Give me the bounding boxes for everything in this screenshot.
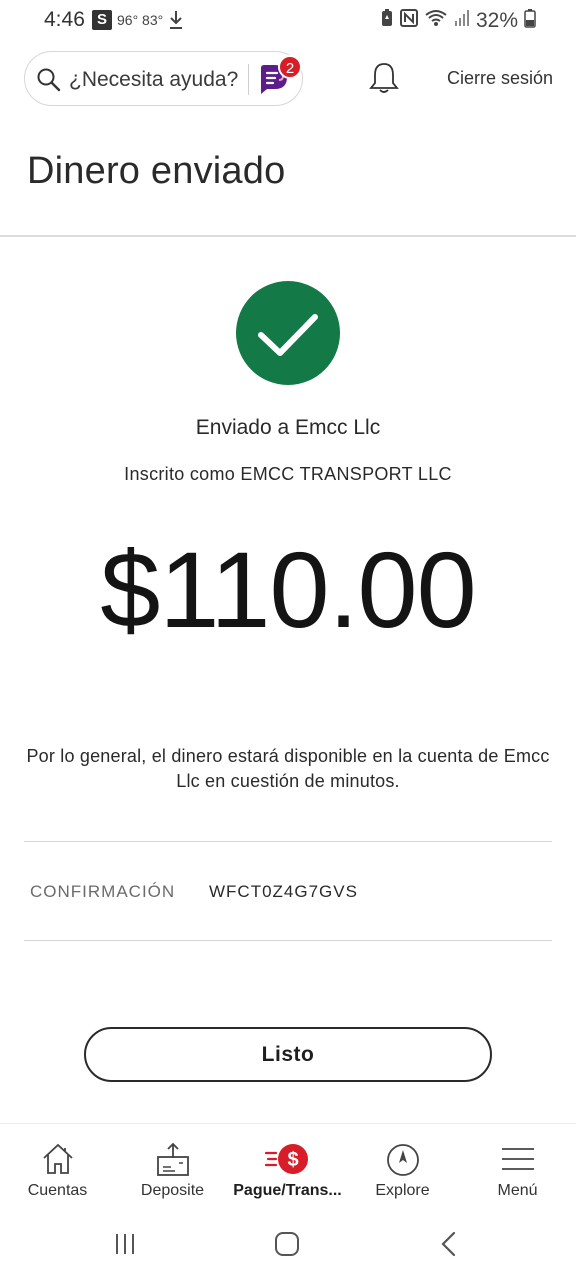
nav-item-explore[interactable]: Explore (345, 1124, 460, 1210)
wifi-icon (424, 9, 448, 32)
bottom-nav: Cuentas Deposite $ Pague/Trans... Explor… (0, 1123, 576, 1209)
home-button-icon[interactable] (274, 1231, 300, 1262)
bell-icon[interactable] (369, 61, 399, 100)
nav-label-accounts: Cuentas (27, 1182, 88, 1199)
enrolled-as-text: Inscrito como EMCC TRANSPORT LLC (124, 464, 452, 484)
download-icon (168, 9, 184, 36)
divider-bottom (24, 940, 552, 941)
header-divider (0, 235, 576, 237)
nfc-icon (399, 9, 418, 32)
nav-item-deposit[interactable]: Deposite (115, 1124, 230, 1210)
divider-top (24, 841, 552, 842)
s-app-icon: S (92, 10, 112, 30)
nav-label-pay-transfer: Pague/Trans... (233, 1182, 342, 1199)
nav-label-menu: Menú (497, 1182, 538, 1199)
deposit-icon (155, 1142, 191, 1183)
availability-note: Por lo general, el dinero estará disponi… (26, 746, 550, 791)
success-check-circle (236, 281, 340, 385)
search-placeholder: ¿Necesita ayuda? (69, 68, 239, 91)
compass-icon (385, 1142, 421, 1183)
sent-to-text: Enviado a Emcc Llc (195, 416, 381, 439)
battery-icon (524, 8, 536, 33)
notification-badge: 2 (278, 55, 302, 79)
back-icon[interactable] (438, 1231, 460, 1262)
nav-item-menu[interactable]: Menú (460, 1124, 575, 1210)
page-title: Dinero enviado (27, 150, 286, 192)
battery-saver-icon (380, 8, 394, 33)
status-time: 4:46 (44, 8, 85, 31)
home-icon (40, 1142, 76, 1181)
nav-item-pay-transfer[interactable]: $ Pague/Trans... (230, 1124, 345, 1210)
amount-sent: $110.00 (100, 529, 476, 650)
recent-apps-icon[interactable] (113, 1231, 139, 1262)
battery-percentage: 32% (475, 8, 518, 32)
logout-link[interactable]: Cierre sesión (447, 68, 553, 89)
status-temperature: 96° 83° (117, 12, 164, 28)
menu-icon (500, 1142, 536, 1181)
pay-transfer-icon: $ (264, 1142, 312, 1181)
system-nav-bar (0, 1209, 576, 1280)
confirmation-label: CONFIRMACIÓN (30, 882, 176, 901)
help-search-bar[interactable]: ¿Necesita ayuda? 2 (24, 51, 303, 106)
nav-label-deposit: Deposite (140, 1182, 205, 1199)
svg-text:$: $ (287, 1149, 298, 1171)
nav-item-accounts[interactable]: Cuentas (0, 1124, 115, 1210)
search-icon (36, 67, 62, 98)
status-bar: 4:46 S 96° 83° 32% (0, 0, 576, 44)
nav-label-explore: Explore (375, 1182, 430, 1199)
checkmark-icon (236, 281, 340, 390)
signal-icon (454, 9, 470, 32)
done-button[interactable]: Listo (84, 1027, 492, 1082)
confirmation-number: WFCT0Z4G7GVS (209, 882, 358, 901)
pill-divider (248, 64, 249, 95)
